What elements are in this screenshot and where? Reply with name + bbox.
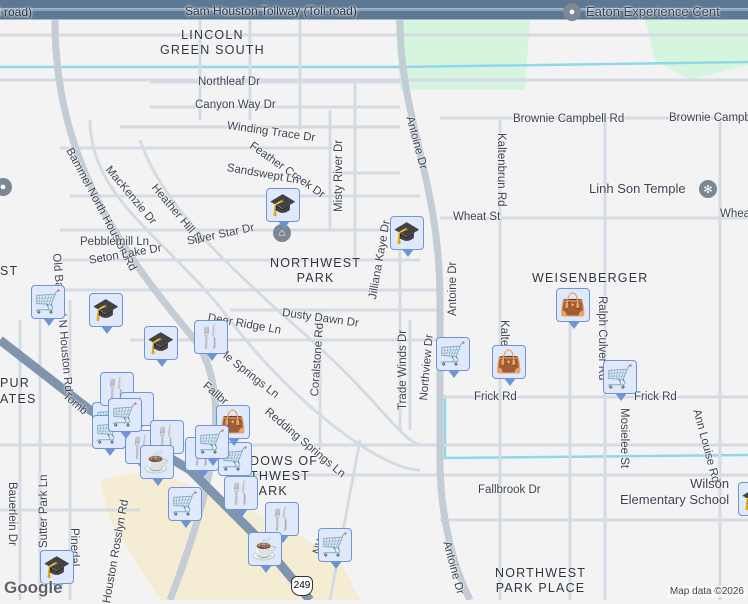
street-label: Bauerlein Dr bbox=[6, 482, 18, 546]
area-pur: PUR bbox=[0, 376, 30, 390]
shopping-marker[interactable]: 👜 bbox=[492, 345, 526, 386]
restaurant-icon: 🍴 bbox=[268, 506, 296, 531]
grocery-icon: 🛒 bbox=[34, 289, 62, 314]
area-northwest-park: NORTHWEST PARK bbox=[270, 256, 362, 285]
grocery-icon: 🛒 bbox=[198, 429, 226, 454]
area-estates: ATES bbox=[0, 392, 37, 406]
restaurant-icon: 🍴 bbox=[197, 324, 225, 349]
street-label: Misty River Dr bbox=[333, 139, 345, 212]
shopping-marker[interactable]: 👜 bbox=[556, 288, 590, 329]
restaurant-marker[interactable]: 🍴 bbox=[224, 476, 258, 517]
street-label: Wheat St bbox=[453, 211, 501, 223]
grocery-marker[interactable]: 🛒 bbox=[168, 487, 202, 528]
grocery-marker[interactable]: 🛒 bbox=[195, 425, 229, 466]
street-label: Antoine Dr bbox=[447, 261, 459, 316]
area-northwest-park-place: NORTHWEST PARK PLACE bbox=[495, 566, 587, 595]
school-icon: 🎓 bbox=[92, 297, 120, 322]
restaurant-icon: 🍴 bbox=[227, 480, 255, 505]
school-icon: 🎓 bbox=[147, 330, 175, 355]
cafe-icon: ☕ bbox=[251, 536, 279, 561]
place-wilson-elementary[interactable]: Wilson Elementary School bbox=[620, 476, 729, 508]
grocery-icon: 🛒 bbox=[439, 341, 467, 366]
street-label: Brownie Campbell Rd bbox=[669, 112, 748, 124]
cafe-marker[interactable]: ☕ bbox=[248, 532, 282, 573]
street-label: Northleaf Dr bbox=[198, 76, 260, 88]
school-icon: 🎓 bbox=[43, 554, 71, 579]
route-249-shield: 249 bbox=[291, 576, 313, 596]
school-marker[interactable]: 🎓 bbox=[266, 188, 300, 229]
grocery-icon: 🛒 bbox=[606, 364, 634, 389]
street-label: Canyon Way Dr bbox=[195, 99, 276, 111]
grocery-icon: 🛒 bbox=[321, 532, 349, 557]
street-label: Mosielee St bbox=[618, 408, 630, 469]
place-linh-son-temple[interactable]: Linh Son Temple bbox=[589, 181, 686, 196]
school-marker[interactable]: 🎓 bbox=[390, 216, 424, 257]
street-label: Frick Rd bbox=[634, 391, 677, 403]
grocery-icon: 🛒 bbox=[111, 402, 139, 427]
grocery-marker[interactable]: 🛒 bbox=[318, 528, 352, 569]
map-attribution[interactable]: Map data ©2026 bbox=[667, 586, 746, 597]
shopping-icon: 👜 bbox=[495, 349, 523, 374]
street-label: Kalte bbox=[498, 320, 510, 347]
area-weisenberger: WEISENBERGER bbox=[532, 271, 649, 285]
school-icon: 🎓 bbox=[269, 192, 297, 217]
restaurant-marker[interactable]: 🍴 bbox=[265, 502, 299, 543]
shopping-icon: 👜 bbox=[559, 292, 587, 317]
temple-icon: ✻ bbox=[699, 180, 717, 198]
street-label: Brownie Campbell Rd bbox=[513, 113, 625, 125]
street-label: Sutter Park Ln bbox=[38, 474, 50, 548]
school-marker[interactable]: 🎓 bbox=[144, 326, 178, 367]
grocery-marker[interactable]: 🛒 bbox=[108, 398, 142, 439]
cafe-icon: ☕ bbox=[143, 449, 171, 474]
area-st: ST bbox=[0, 264, 19, 278]
cafe-marker[interactable]: ☕ bbox=[140, 445, 174, 486]
school-icon: 🎓 bbox=[741, 488, 748, 510]
area-meadows: DOWS OF THWEST PARK bbox=[250, 454, 319, 498]
park-area bbox=[645, 20, 748, 80]
highway-label-tollway: Sam Houston Tollway (Toll road) bbox=[185, 4, 357, 18]
grocery-icon: 🛒 bbox=[171, 491, 199, 516]
street-label: Fallbrook Dr bbox=[478, 484, 541, 496]
restaurant-marker[interactable]: 🍴 bbox=[194, 320, 228, 361]
place-eaton[interactable]: Eaton Experience Cent bbox=[586, 4, 720, 19]
grocery-marker[interactable]: 🛒 bbox=[436, 337, 470, 378]
highway-label-tollway-left: l road) bbox=[0, 5, 33, 19]
grocery-marker[interactable]: 🛒 bbox=[31, 285, 65, 326]
school-marker[interactable]: 🎓 bbox=[89, 293, 123, 334]
grocery-marker[interactable]: 🛒 bbox=[603, 360, 637, 401]
street-label: Kaltenbrun Rd bbox=[495, 133, 507, 207]
area-lincoln-green-south: LINCOLN GREEN SOUTH bbox=[160, 28, 265, 57]
school-icon: 🎓 bbox=[393, 220, 421, 245]
street-label: Wheat bbox=[720, 208, 748, 220]
school-marker[interactable]: 🎓 bbox=[738, 482, 748, 516]
google-logo: Google bbox=[4, 578, 63, 597]
street-label: Trade Winds Dr bbox=[397, 329, 409, 410]
creek bbox=[0, 60, 748, 69]
map-pin-icon: ● bbox=[563, 3, 581, 21]
street-label: Frick Rd bbox=[474, 391, 517, 403]
